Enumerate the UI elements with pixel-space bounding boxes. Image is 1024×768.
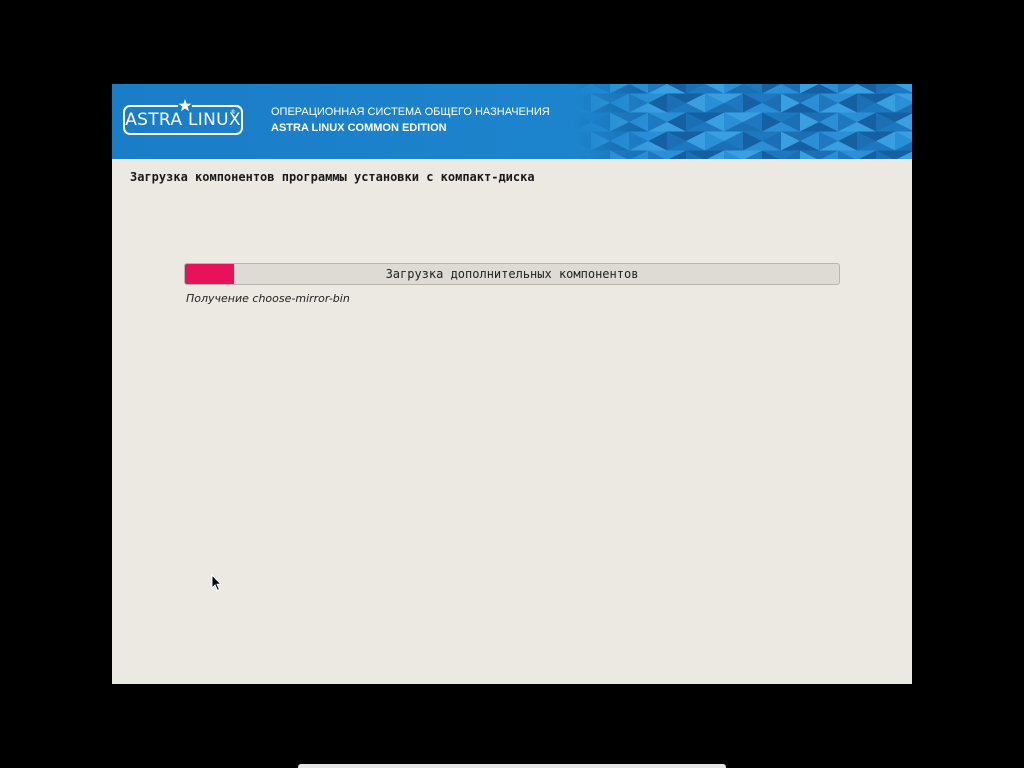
progress-label: Загрузка дополнительных компонентов [385, 267, 639, 281]
page-title: Загрузка компонентов программы установки… [130, 170, 535, 184]
star-icon [178, 99, 192, 113]
banner-product-name: ASTRA LINUX COMMON EDITION [271, 122, 447, 134]
mouse-pointer-icon [211, 574, 223, 592]
banner-subtitle: ОПЕРАЦИОННАЯ СИСТЕМА ОБЩЕГО НАЗНАЧЕНИЯ [271, 106, 550, 118]
banner-pattern [572, 84, 912, 159]
progress-bar: Загрузка дополнительных компонентов [184, 263, 840, 285]
registered-mark: ® [230, 109, 236, 116]
status-text: Получение choose-mirror-bin [186, 292, 350, 305]
installer-banner: ASTRA LINUX ® ОПЕРАЦИОННАЯ СИСТЕМА ОБЩЕГ… [112, 84, 912, 159]
window-edge [298, 764, 726, 768]
installer-window: ASTRA LINUX ® ОПЕРАЦИОННАЯ СИСТЕМА ОБЩЕГ… [112, 84, 912, 684]
